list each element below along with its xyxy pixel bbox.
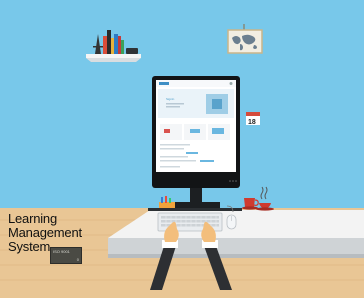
badge-text: ISO 9001	[53, 249, 70, 254]
calendar-day: 18	[248, 119, 256, 126]
screen-heading: Signin	[166, 97, 175, 101]
desk-edge	[108, 254, 364, 258]
eiffel-tower-icon	[93, 34, 103, 54]
pencil-holder-icon	[159, 196, 175, 210]
calendar-icon: 18	[246, 112, 260, 126]
books-icon	[103, 30, 124, 54]
certification-badge: ISO 9001 0	[50, 247, 82, 264]
caption-line-1: Learning	[8, 211, 57, 226]
lms-illustration: 18 Signin Learning Management System ISO…	[0, 0, 364, 298]
small-radio-icon	[126, 48, 138, 54]
caption-line-2: Management	[8, 225, 82, 240]
bookshelf	[86, 54, 141, 58]
coffee-cup-icon	[242, 198, 259, 210]
badge-small: 0	[76, 257, 79, 262]
monitor: Signin	[152, 76, 240, 208]
tea-cup-icon	[256, 186, 274, 211]
desk-front	[108, 238, 364, 256]
notepad	[148, 208, 242, 211]
world-map-icon	[227, 24, 263, 54]
